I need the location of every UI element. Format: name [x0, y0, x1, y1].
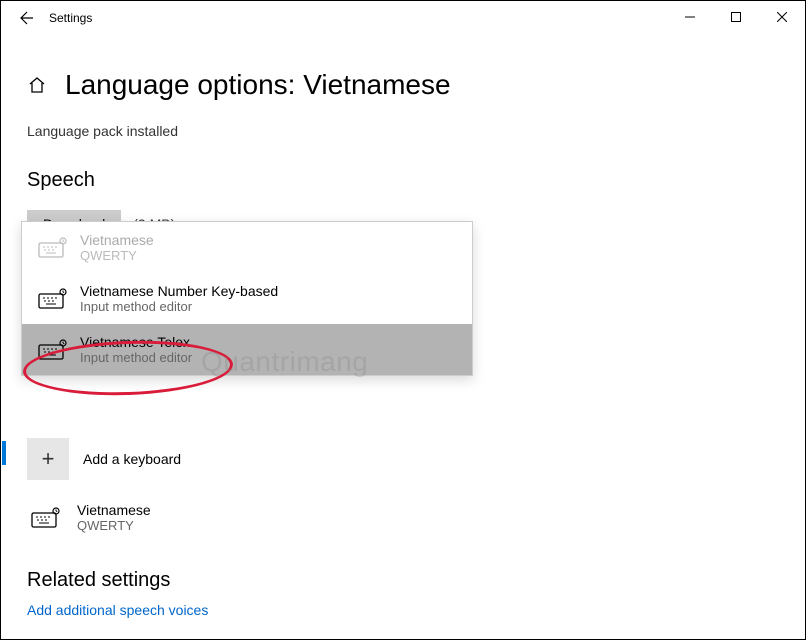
speech-heading: Speech	[27, 169, 779, 192]
maximize-button[interactable]	[713, 1, 759, 33]
close-button[interactable]	[759, 1, 805, 33]
dropdown-item-vietnamese-qwerty: Vietnamese QWERTY	[22, 222, 472, 273]
add-keyboard-label: Add a keyboard	[83, 451, 181, 467]
dropdown-item-vietnamese-number-key[interactable]: Vietnamese Number Key-based Input method…	[22, 273, 472, 324]
related-settings-heading: Related settings	[27, 569, 779, 592]
dropdown-item-label: Vietnamese Telex	[80, 334, 192, 350]
keyboard-icon	[34, 339, 72, 361]
add-keyboard-button[interactable]: + Add a keyboard	[27, 438, 779, 480]
keyboard-icon	[27, 507, 65, 529]
page-title: Language options: Vietnamese	[65, 69, 451, 101]
keyboard-dropdown: Vietnamese QWERTY Vietnamese Number Key-…	[21, 221, 473, 376]
dropdown-item-sub: Input method editor	[80, 350, 192, 365]
dropdown-item-label: Vietnamese Number Key-based	[80, 283, 278, 299]
maximize-icon	[731, 12, 741, 22]
accent-indicator	[2, 441, 6, 465]
back-button[interactable]	[13, 4, 41, 32]
keyboard-icon	[34, 288, 72, 310]
current-keyboard-item[interactable]: Vietnamese QWERTY	[27, 502, 779, 533]
language-pack-status: Language pack installed	[27, 123, 779, 139]
keyboard-icon	[34, 237, 72, 259]
add-speech-voices-link[interactable]: Add additional speech voices	[27, 602, 779, 618]
home-button[interactable]	[27, 75, 47, 95]
current-keyboard-layout: QWERTY	[77, 518, 151, 533]
dropdown-item-vietnamese-telex[interactable]: Vietnamese Telex Input method editor	[22, 324, 472, 375]
back-arrow-icon	[19, 10, 35, 26]
dropdown-item-label: Vietnamese	[80, 232, 154, 248]
close-icon	[777, 12, 787, 22]
current-keyboard-name: Vietnamese	[77, 502, 151, 518]
minimize-button[interactable]	[667, 1, 713, 33]
plus-icon: +	[27, 438, 69, 480]
minimize-icon	[685, 12, 695, 22]
home-icon	[27, 75, 47, 95]
window-title: Settings	[49, 11, 92, 25]
dropdown-item-sub: Input method editor	[80, 299, 278, 314]
dropdown-item-sub: QWERTY	[80, 248, 154, 263]
